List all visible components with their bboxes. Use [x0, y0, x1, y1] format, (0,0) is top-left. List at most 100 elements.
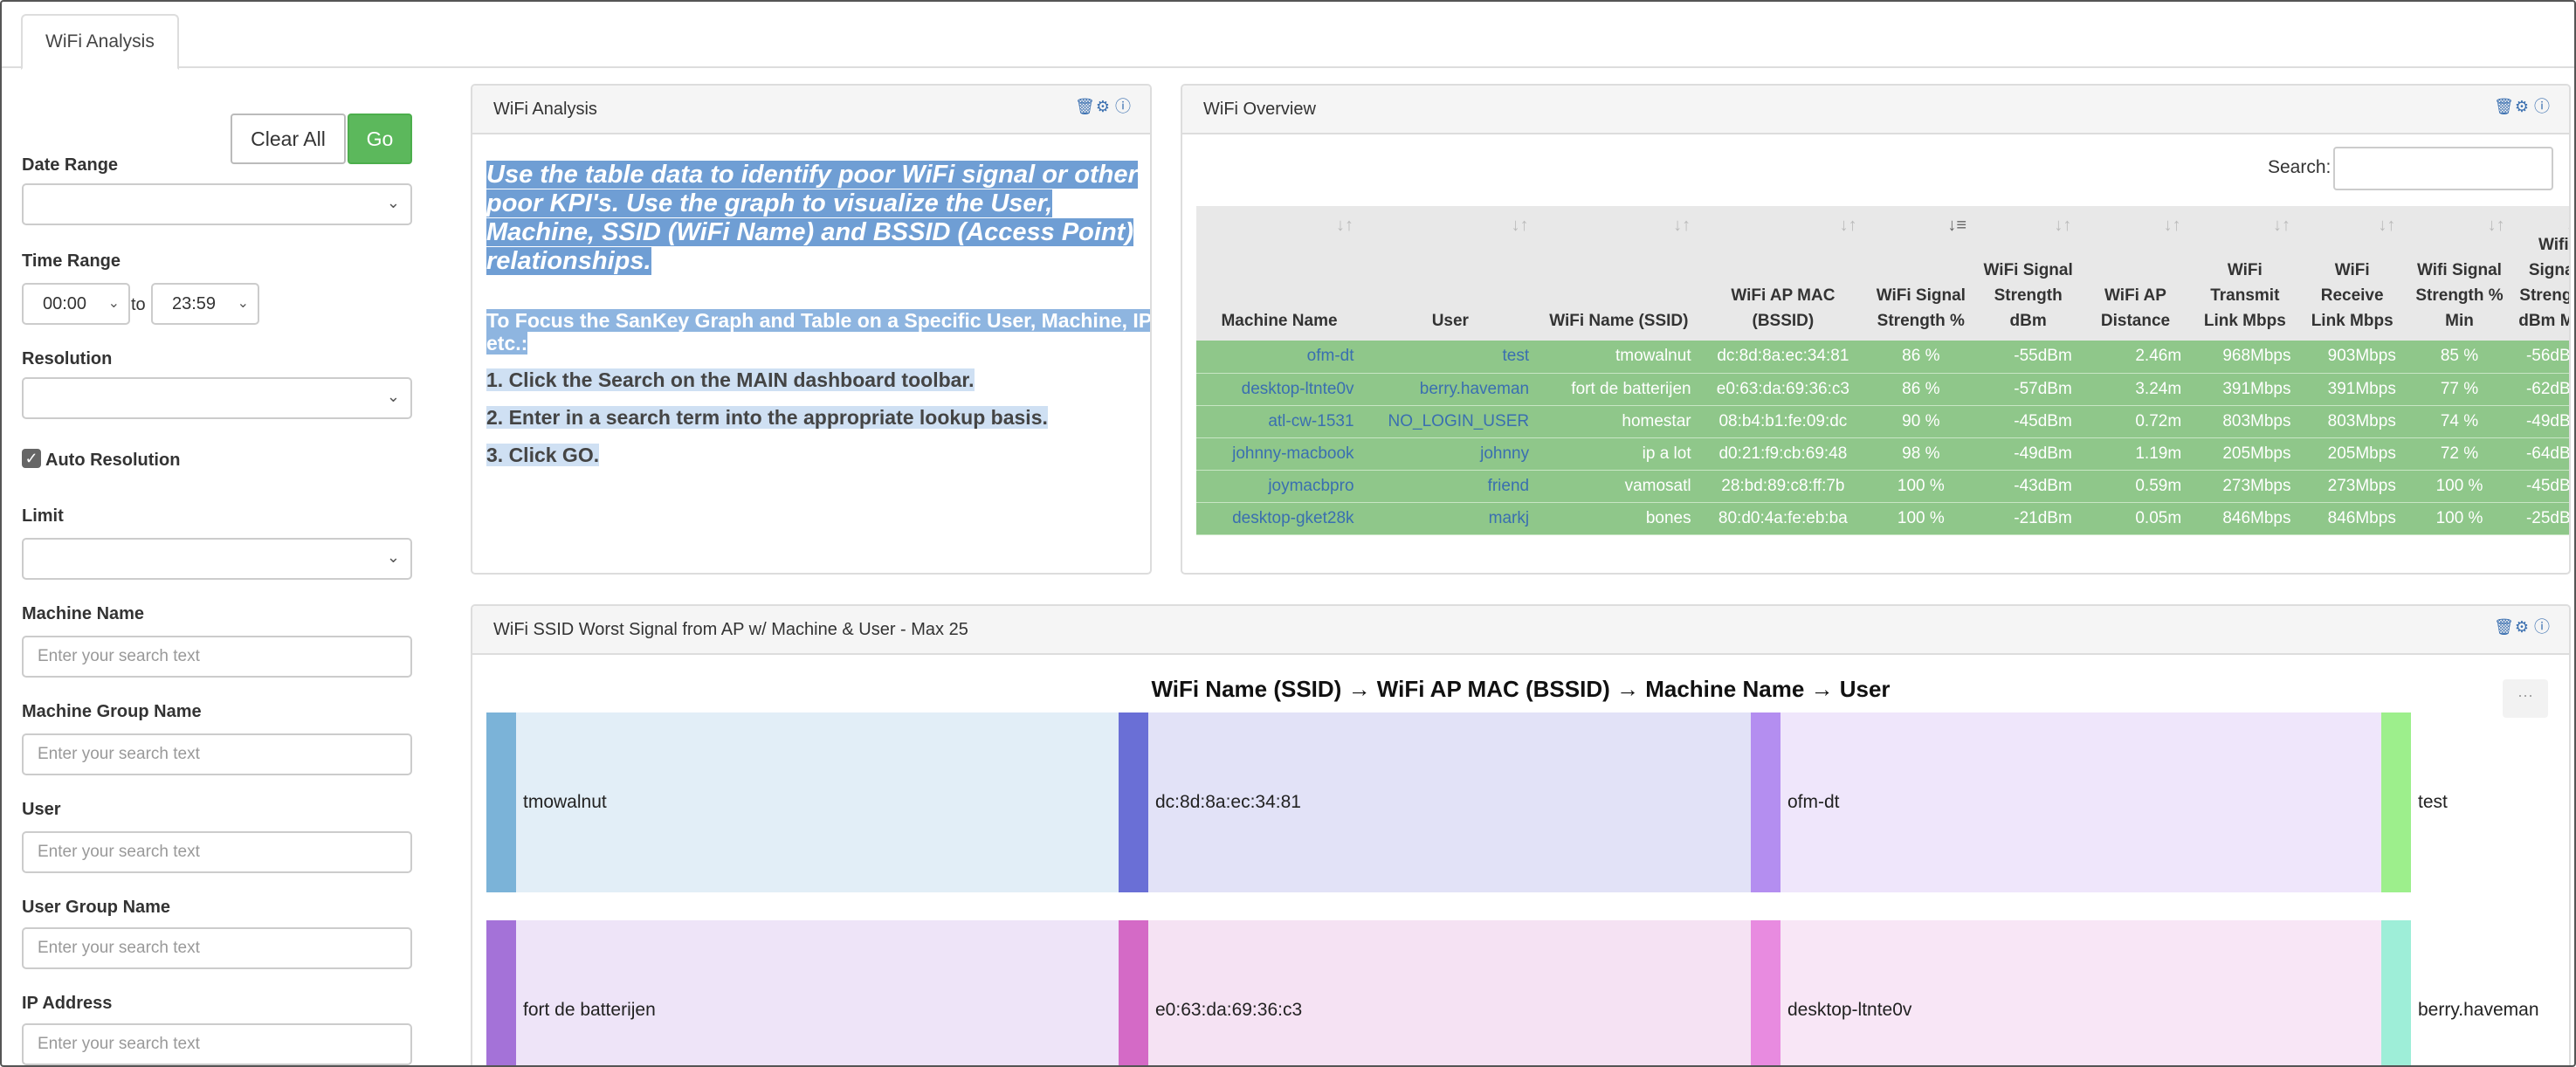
limit-select[interactable]: ⌄ [22, 538, 412, 580]
column-header[interactable]: WiFi AP MAC (BSSID) ↓↑ [1699, 206, 1867, 341]
resolution-select[interactable]: ⌄ [22, 377, 412, 419]
panel-title: WiFi Analysis [493, 100, 597, 119]
info-icon[interactable]: ⓘ [1115, 98, 1131, 115]
table-cell[interactable]: johnny-macbook [1196, 437, 1363, 471]
sort-icon[interactable]: ↓↑ [1336, 213, 1353, 238]
gear-icon[interactable]: ⚙ [2514, 618, 2530, 636]
table-row[interactable]: johnny-macbook johnny ip a lot d0:21:f9:cb:… [1196, 437, 2569, 471]
resolution-label: Resolution [22, 349, 113, 368]
info-icon[interactable]: ⓘ [2534, 618, 2550, 636]
machine-name-input[interactable]: Enter your search text [22, 636, 412, 678]
table-row[interactable]: joymacbpro friend vamosatl 28:bd:89:c8:ff:7… [1196, 470, 2569, 503]
table-cell: 72 % [2404, 437, 2515, 471]
sankey-chart-title: WiFi Name (SSID) → WiFi AP MAC (BSSID) →… [1151, 676, 1891, 702]
gear-icon[interactable]: ⚙ [2514, 98, 2530, 115]
sort-icon[interactable]: ↓↑ [2488, 213, 2505, 238]
column-header[interactable]: WiFi Signal Strength dBm ↓↑ [1975, 206, 2082, 341]
table-row[interactable]: ofm-dt test tmowalnut dc:8d:8a:ec:34:81 86 %… [1196, 341, 2569, 374]
table-cell[interactable]: test [1362, 341, 1539, 374]
sankey-link[interactable] [1780, 712, 2381, 892]
gear-icon[interactable]: ⚙ [1095, 98, 1111, 115]
table-cell: -45dBm [2514, 470, 2569, 503]
sankey-node[interactable] [486, 920, 516, 1065]
column-header[interactable]: Machine Name ↓↑ [1196, 206, 1364, 341]
table-cell[interactable]: desktop-ltnte0v [1196, 373, 1363, 406]
table-cell[interactable]: NO_LOGIN_USER [1362, 405, 1539, 438]
table-row[interactable]: desktop-ltnte0v berry.haveman fort de batt… [1196, 373, 2569, 406]
filter-sidebar: Clear All Go Date Range ⌄ Time Range 00:… [2, 70, 430, 1065]
table-cell[interactable]: berry.haveman [1362, 373, 1539, 406]
info-icon[interactable]: ⓘ [2534, 98, 2550, 115]
sankey-node[interactable] [1751, 712, 1780, 892]
sankey-node[interactable] [2381, 920, 2411, 1065]
table-search-input[interactable] [2333, 147, 2553, 190]
table-cell: 273Mbps [2190, 470, 2300, 503]
ip-address-input[interactable]: Enter your search text [22, 1023, 412, 1065]
column-header[interactable]: User ↓↑ [1362, 206, 1539, 341]
auto-resolution-checkbox[interactable]: ✓ [22, 449, 41, 468]
sort-icon[interactable]: ↓↑ [2164, 213, 2181, 238]
column-header[interactable]: Wifi Signal Strength % Min ↓↑ [2404, 206, 2515, 341]
column-header[interactable]: Wifi Signal Strength dBm Min↓↑ [2514, 206, 2569, 341]
column-header[interactable]: WiFi Signal Strength % ↓≡ [1866, 206, 1976, 341]
table-row[interactable]: desktop-gket28k markj bones 80:d0:4a:fe:eb:… [1196, 502, 2569, 535]
sankey-link[interactable] [516, 920, 1119, 1065]
clear-all-button[interactable]: Clear All [231, 114, 346, 164]
sankey-node[interactable] [486, 712, 516, 892]
table-cell[interactable]: ofm-dt [1196, 341, 1363, 374]
table-cell: 205Mbps [2190, 437, 2300, 471]
time-to-separator: to [131, 295, 146, 314]
go-button[interactable]: Go [348, 114, 412, 164]
sankey-node[interactable] [1119, 920, 1148, 1065]
sort-icon[interactable]: ↓↑ [1673, 213, 1691, 238]
tab-wifi-analysis[interactable]: WiFi Analysis [21, 14, 179, 70]
column-header[interactable]: WiFi Receive Link Mbps ↓↑ [2299, 206, 2406, 341]
machine-group-input[interactable]: Enter your search text [22, 733, 412, 775]
sort-desc-icon[interactable]: ↓≡ [1947, 213, 1966, 238]
sort-icon[interactable]: ↓↑ [2054, 213, 2071, 238]
date-range-select[interactable]: ⌄ [22, 183, 412, 225]
sort-icon[interactable]: ↓↑ [2273, 213, 2290, 238]
analysis-panel: WiFi Analysis 🗑 ⚙ ⓘ Use the table data t… [471, 84, 1152, 575]
table-cell[interactable]: friend [1362, 470, 1539, 503]
chevron-down-icon: ⌄ [107, 296, 120, 311]
time-to-select[interactable]: 23:59 ⌄ [151, 283, 259, 325]
sankey-node[interactable] [2381, 712, 2411, 892]
column-header[interactable]: WiFi Transmit Link Mbps ↓↑ [2190, 206, 2301, 341]
table-cell: 968Mbps [2190, 341, 2300, 374]
sort-icon[interactable]: ↓↑ [2378, 213, 2395, 238]
sankey-node[interactable] [1751, 920, 1780, 1065]
sort-icon[interactable]: ↓↑ [1840, 213, 1857, 238]
trash-icon[interactable]: 🗑 [1075, 98, 1095, 115]
table-cell[interactable]: markj [1362, 502, 1539, 535]
table-cell[interactable]: desktop-gket28k [1196, 502, 1363, 535]
trash-icon[interactable]: 🗑 [2494, 98, 2514, 115]
sankey-link[interactable] [1148, 920, 1751, 1065]
sort-icon[interactable]: ↓↑ [2566, 213, 2569, 238]
table-cell[interactable]: johnny [1362, 437, 1539, 471]
table-cell[interactable]: joymacbpro [1196, 470, 1363, 503]
table-cell[interactable]: atl-cw-1531 [1196, 405, 1363, 438]
table-cell: -55dBm [1975, 341, 2081, 374]
limit-label: Limit [22, 506, 64, 526]
sankey-node-label: desktop-ltnte0v [1787, 1000, 1912, 1020]
time-from-select[interactable]: 00:00 ⌄ [22, 283, 130, 325]
table-cell: 90 % [1866, 405, 1976, 438]
table-cell: 0.72m [2080, 405, 2191, 438]
chart-menu-button[interactable]: ··· [2503, 679, 2548, 718]
user-group-input[interactable]: Enter your search text [22, 927, 412, 969]
table-cell: 0.05m [2080, 502, 2191, 535]
ip-address-label: IP Address [22, 994, 113, 1013]
sankey-link[interactable] [1780, 920, 2381, 1065]
column-header[interactable]: WiFi Name (SSID) ↓↑ [1538, 206, 1701, 341]
trash-icon[interactable]: 🗑 [2494, 618, 2514, 636]
sort-icon[interactable]: ↓↑ [1512, 213, 1529, 238]
table-cell: d0:21:f9:cb:69:48 [1699, 437, 1867, 471]
user-input[interactable]: Enter your search text [22, 831, 412, 873]
table-cell: 86 % [1866, 373, 1976, 406]
column-header[interactable]: WiFi AP Distance ↓↑ [2080, 206, 2191, 341]
table-cell: -56dBm [2514, 341, 2569, 374]
table-row[interactable]: atl-cw-1531 NO_LOGIN_USER homestar 08:b4:b1… [1196, 405, 2569, 438]
sankey-node[interactable] [1119, 712, 1148, 892]
table-cell: homestar [1538, 405, 1700, 438]
